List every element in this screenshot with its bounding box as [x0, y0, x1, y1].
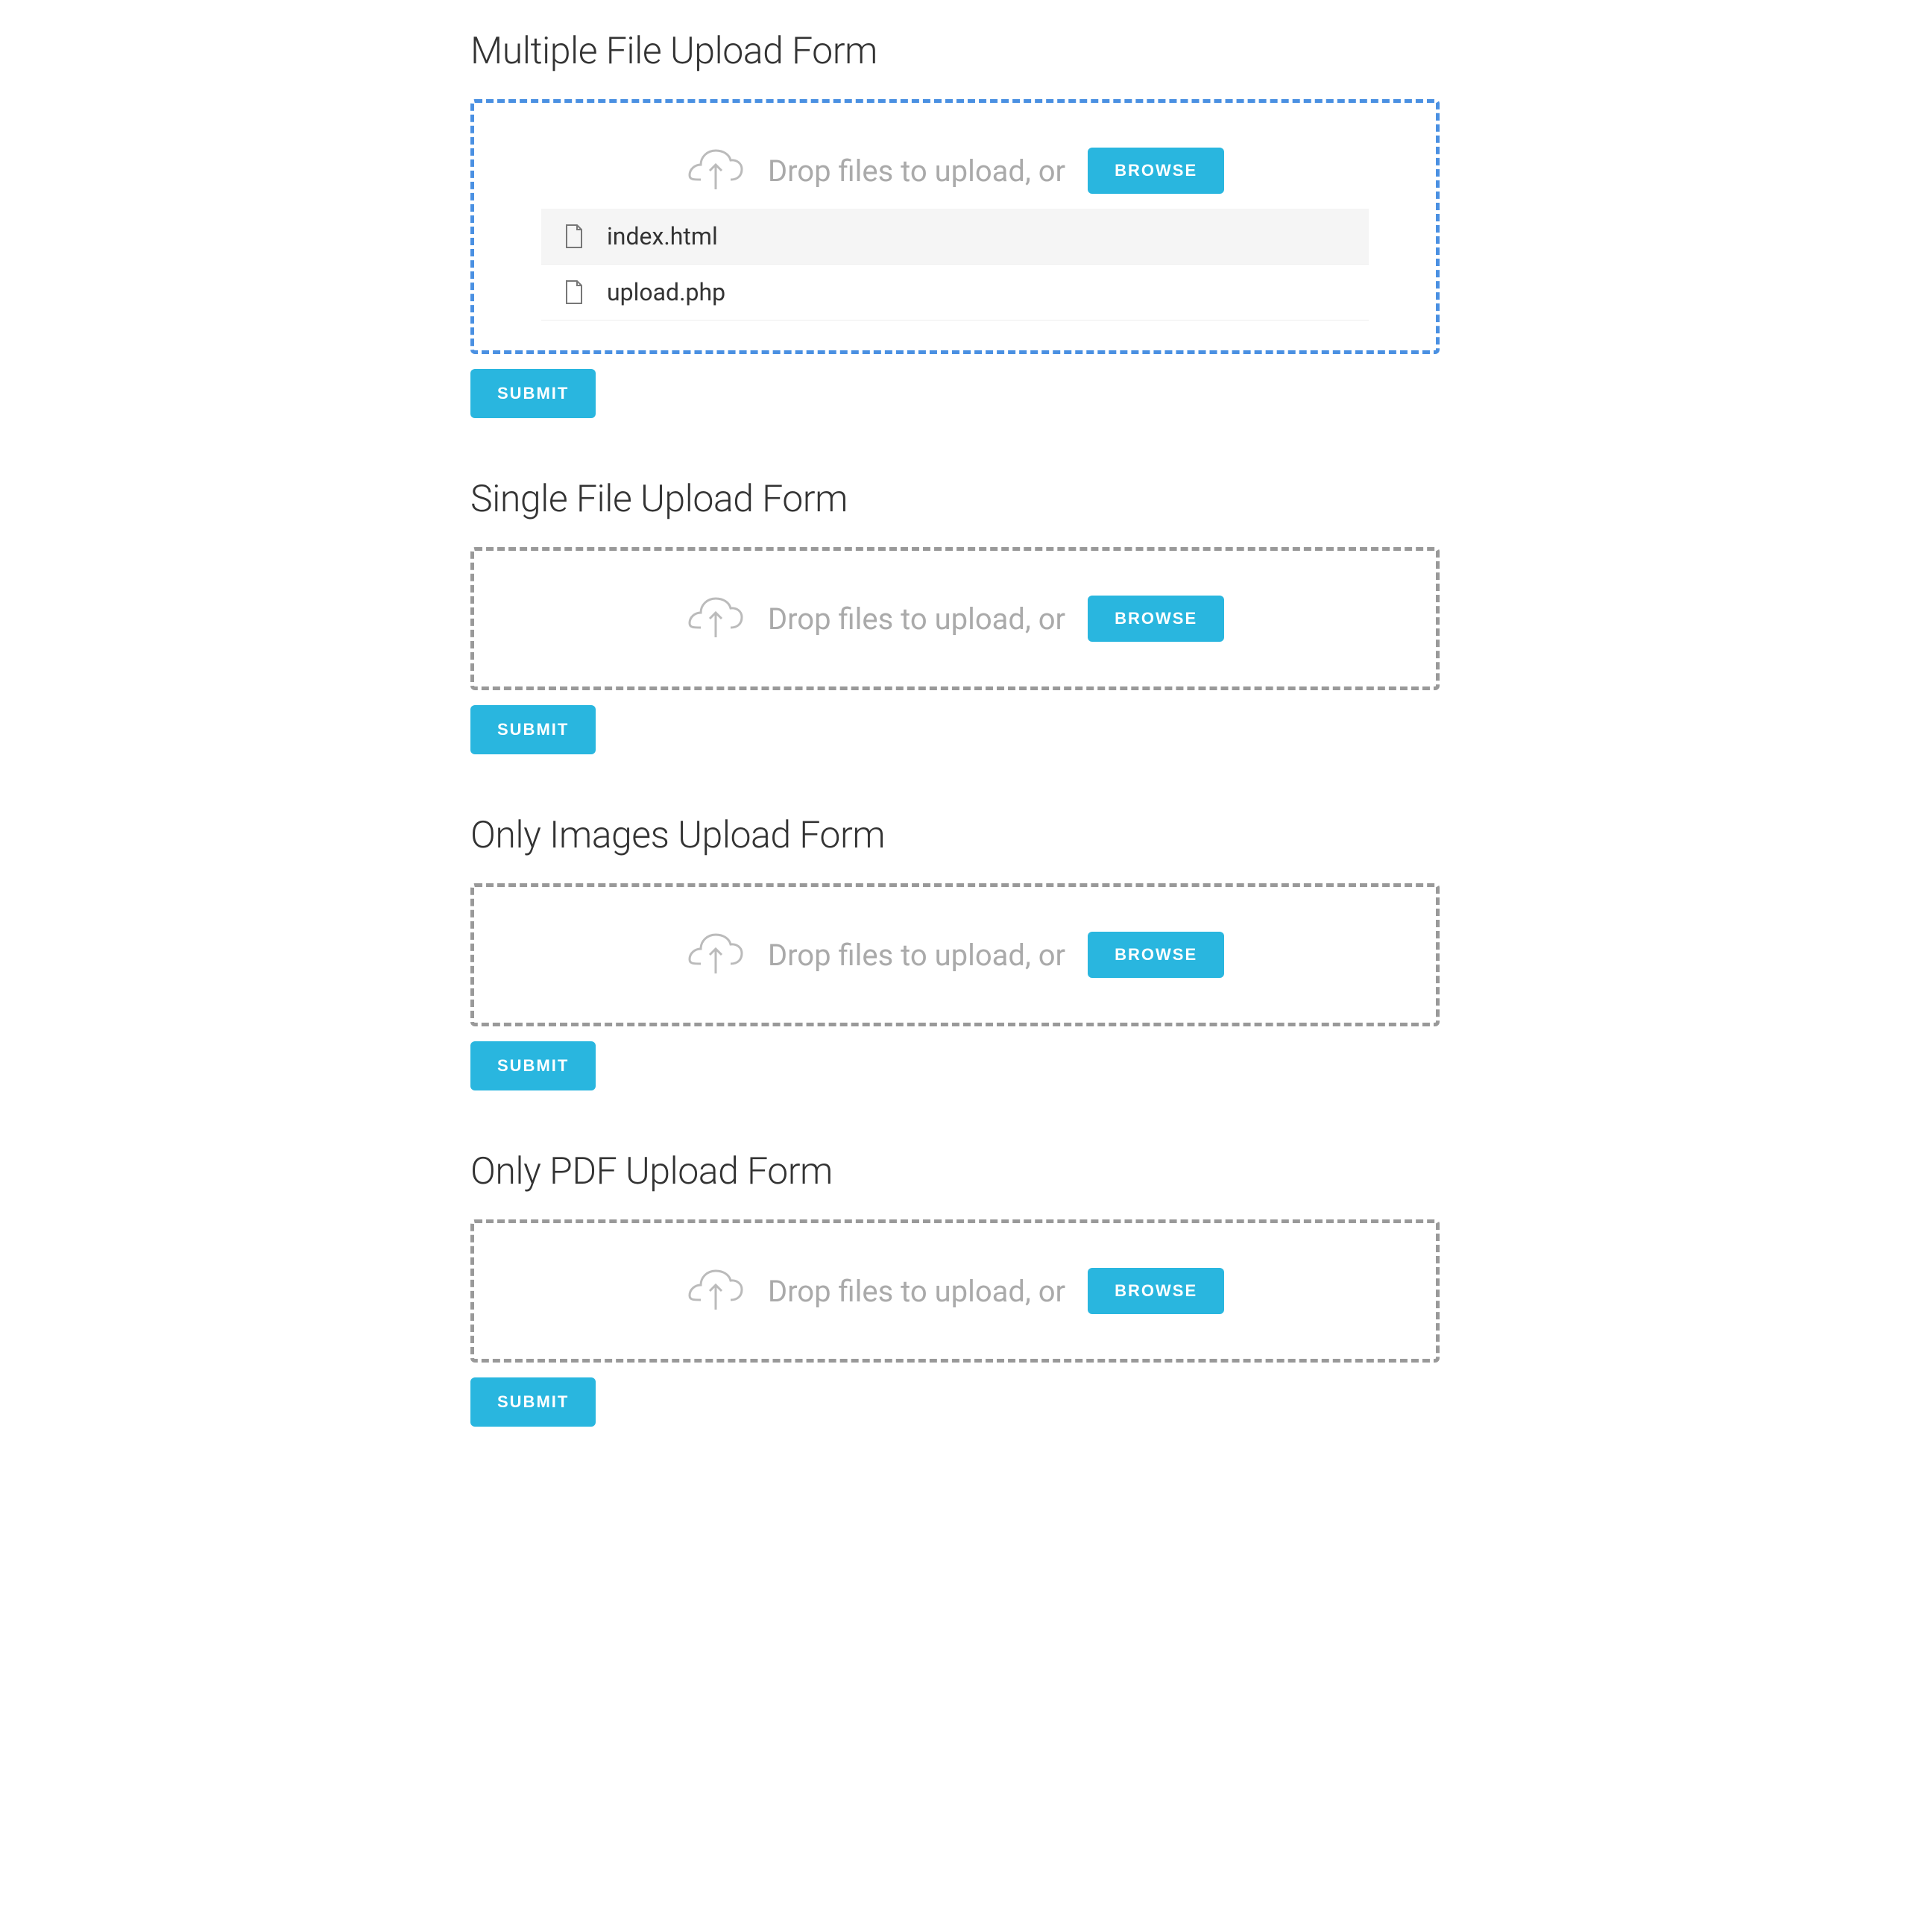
file-icon [564, 224, 584, 249]
submit-button[interactable]: SUBMIT [470, 1041, 596, 1090]
dropzone-multiple[interactable]: Drop files to upload, or BROWSE index.ht… [470, 99, 1440, 354]
form-title: Only PDF Upload Form [470, 1150, 1440, 1193]
file-list: index.html upload.php [541, 209, 1369, 321]
dropzone-pdf[interactable]: Drop files to upload, or BROWSE [470, 1219, 1440, 1363]
submit-button[interactable]: SUBMIT [470, 1377, 596, 1427]
cloud-upload-icon [686, 596, 746, 641]
browse-button[interactable]: BROWSE [1088, 932, 1224, 978]
file-name: index.html [607, 222, 718, 250]
browse-button[interactable]: BROWSE [1088, 148, 1224, 194]
drop-text: Drop files to upload, or [768, 154, 1065, 189]
file-icon [564, 280, 584, 305]
dropzone-inner: Drop files to upload, or BROWSE [541, 1268, 1369, 1314]
form-title: Only Images Upload Form [470, 814, 1440, 857]
file-row[interactable]: index.html [541, 209, 1369, 265]
drop-text: Drop files to upload, or [768, 938, 1065, 973]
dropzone-single[interactable]: Drop files to upload, or BROWSE [470, 547, 1440, 690]
submit-button[interactable]: SUBMIT [470, 369, 596, 418]
browse-button[interactable]: BROWSE [1088, 596, 1224, 642]
form-title: Single File Upload Form [470, 478, 1440, 521]
drop-text: Drop files to upload, or [768, 602, 1065, 637]
dropzone-inner: Drop files to upload, or BROWSE [541, 932, 1369, 978]
cloud-upload-icon [686, 148, 746, 193]
dropzone-images[interactable]: Drop files to upload, or BROWSE [470, 883, 1440, 1026]
dropzone-inner: Drop files to upload, or BROWSE [541, 596, 1369, 642]
pdf-upload-form: Only PDF Upload Form Drop files to uploa… [470, 1150, 1440, 1427]
file-row[interactable]: upload.php [541, 265, 1369, 321]
drop-text: Drop files to upload, or [768, 1274, 1065, 1309]
form-title: Multiple File Upload Form [470, 30, 1440, 73]
cloud-upload-icon [686, 932, 746, 977]
spacer [470, 1486, 1440, 1516]
file-name: upload.php [607, 278, 725, 306]
cloud-upload-icon [686, 1269, 746, 1313]
multiple-file-upload-form: Multiple File Upload Form Drop files to … [470, 30, 1440, 418]
images-upload-form: Only Images Upload Form Drop files to up… [470, 814, 1440, 1090]
page-container: Multiple File Upload Form Drop files to … [224, 30, 1686, 1516]
single-file-upload-form: Single File Upload Form Drop files to up… [470, 478, 1440, 754]
submit-button[interactable]: SUBMIT [470, 705, 596, 754]
dropzone-inner: Drop files to upload, or BROWSE [541, 148, 1369, 194]
browse-button[interactable]: BROWSE [1088, 1268, 1224, 1314]
